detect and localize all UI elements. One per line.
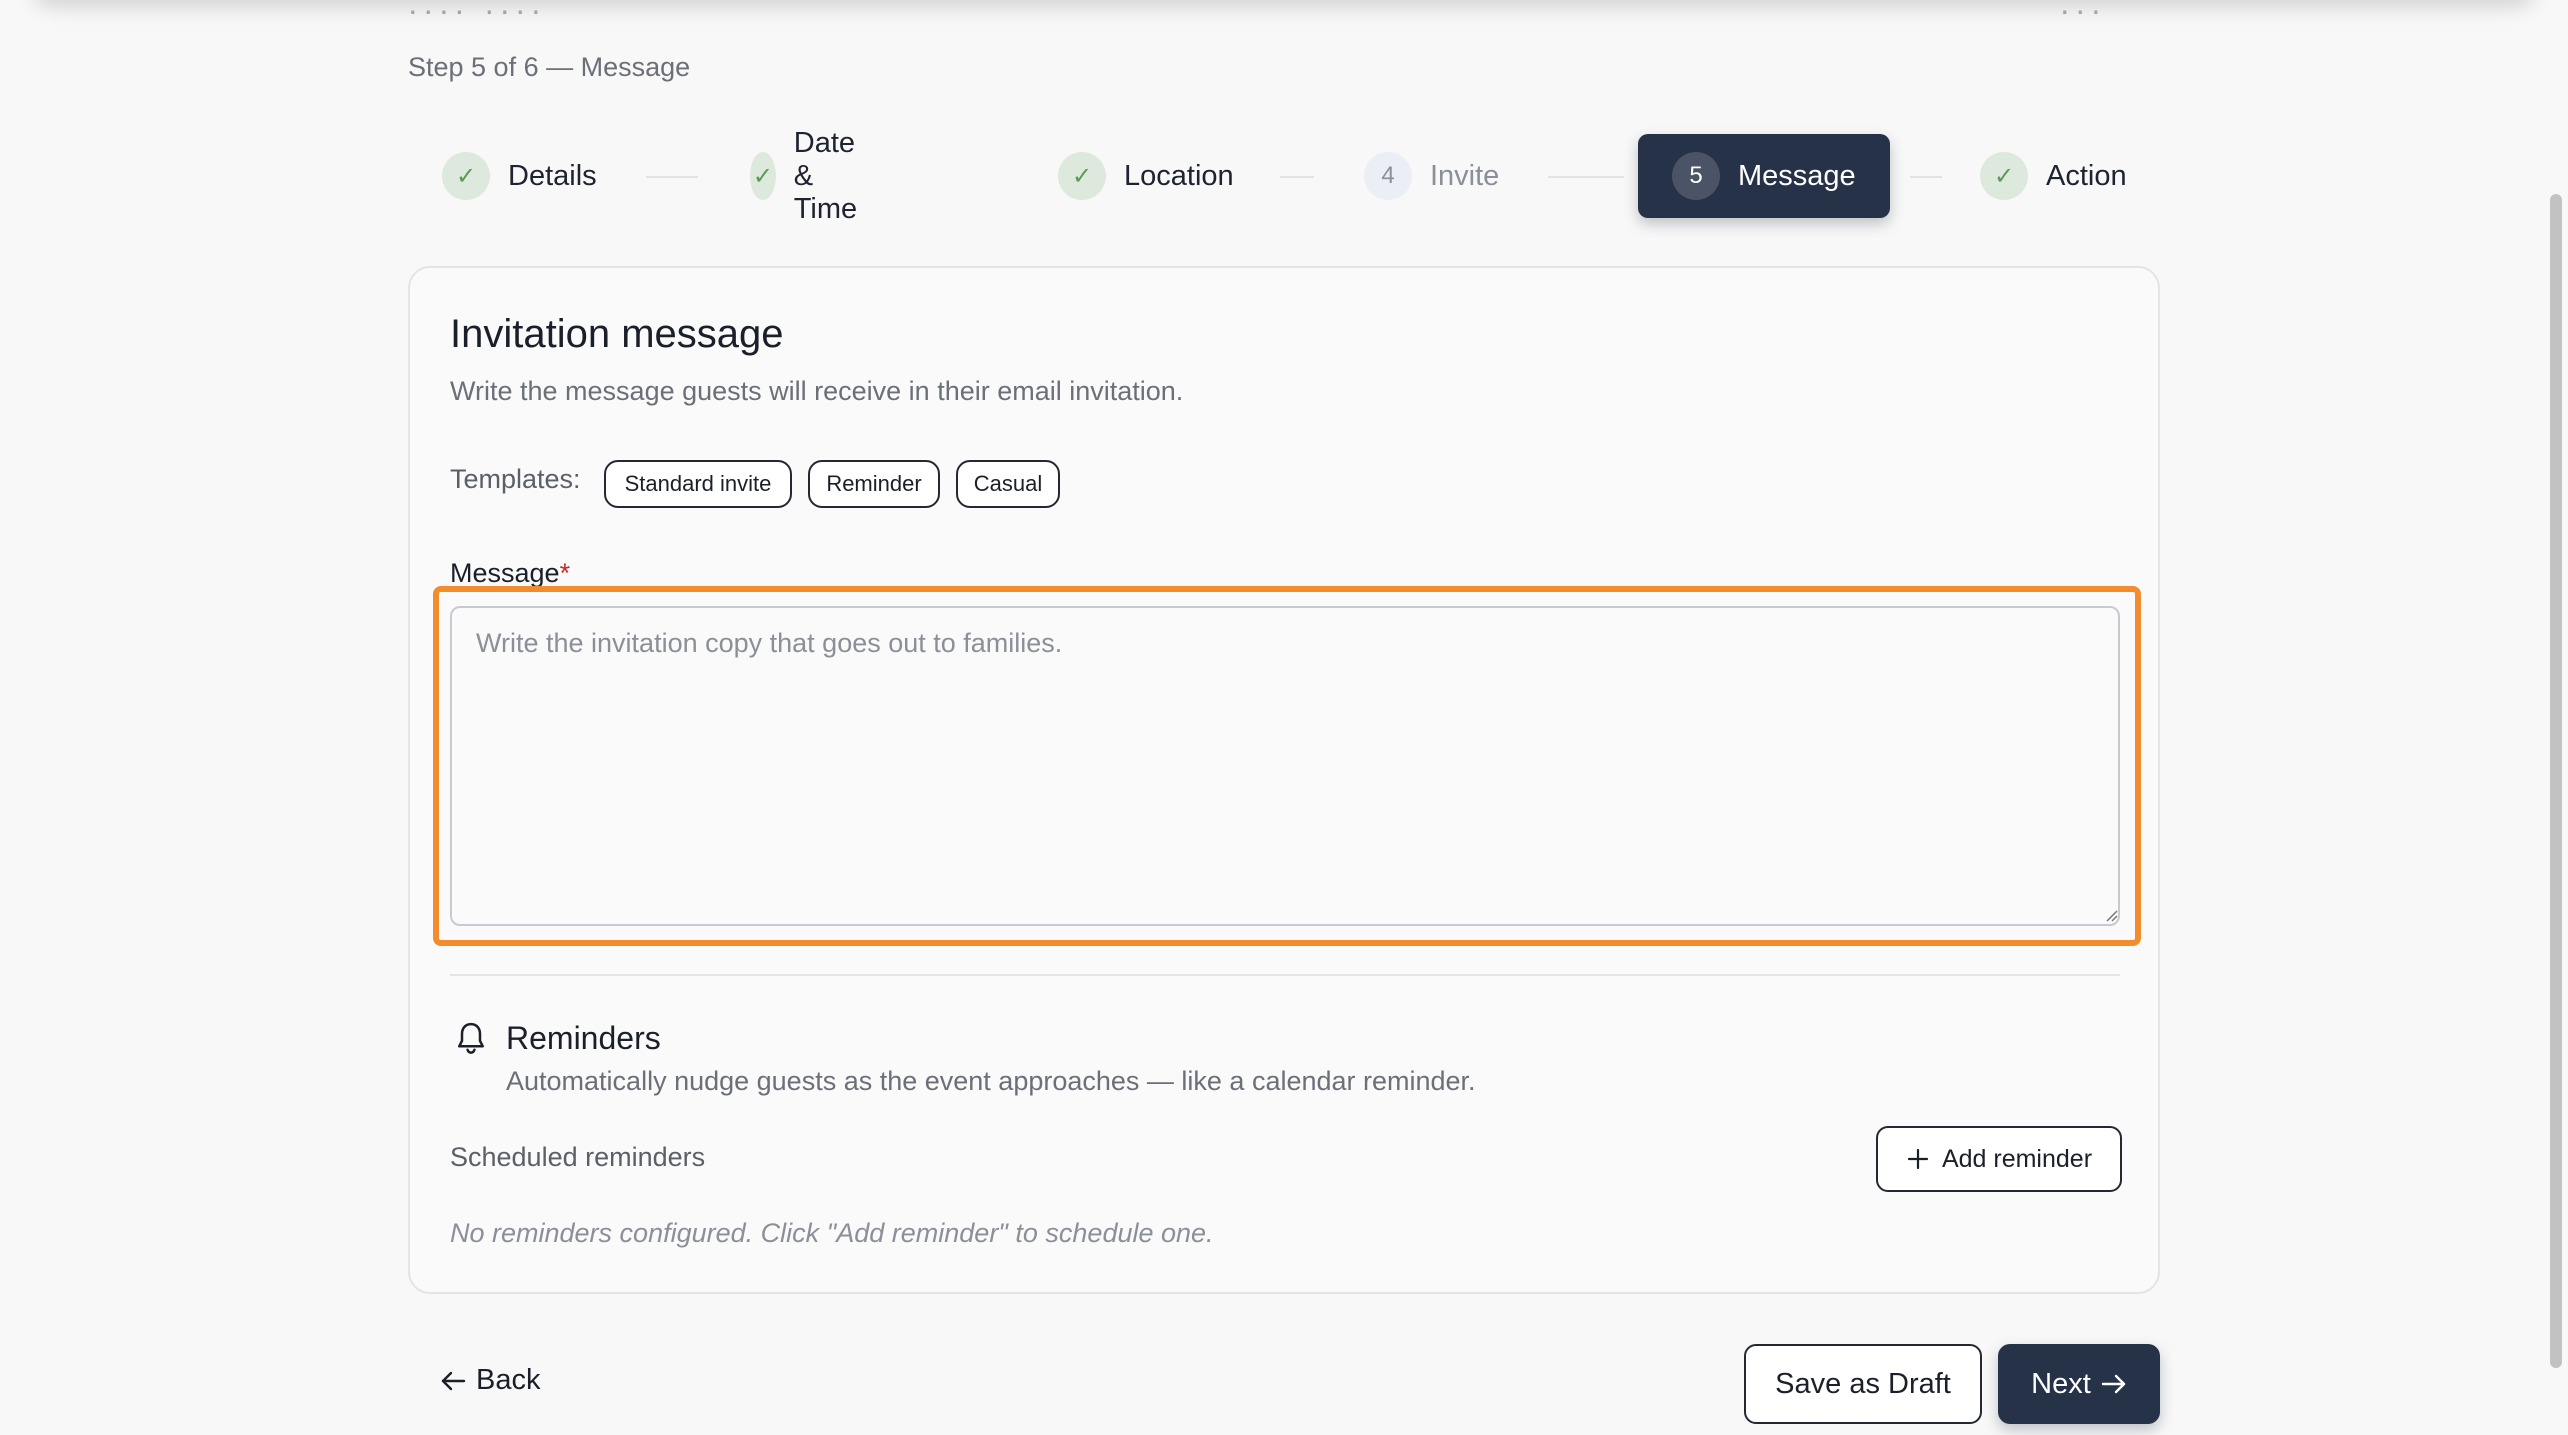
invitation-message-card: Invitation message Write the message gue… (408, 266, 2160, 1294)
message-label: Message* (450, 558, 570, 586)
check-icon: ✓ (1980, 152, 2028, 200)
next-button[interactable]: Next (1998, 1344, 2160, 1424)
check-icon: ✓ (750, 152, 776, 200)
reminders-subtitle: Automatically nudge guests as the event … (506, 1066, 1476, 1096)
step-invite[interactable]: 4 Invite (1364, 134, 1499, 218)
templates-label: Templates: (450, 464, 581, 494)
bell-icon (457, 1022, 485, 1054)
plus-icon (1907, 1148, 1929, 1170)
step-date-time[interactable]: ✓ Date & Time (750, 127, 879, 225)
required-marker: * (559, 558, 571, 586)
arrow-right-icon (2101, 1374, 2126, 1394)
card-subtitle: Write the message guests will receive in… (450, 376, 1184, 406)
next-label: Next (2031, 1367, 2091, 1400)
arrow-left-icon (441, 1371, 466, 1390)
section-divider (450, 974, 2120, 976)
message-label-text: Message (450, 558, 560, 586)
template-casual-button[interactable]: Casual (956, 460, 1060, 508)
scrollbar-thumb[interactable] (2550, 194, 2562, 1368)
step-label: Invite (1430, 159, 1500, 192)
add-reminder-button[interactable]: Add reminder (1876, 1126, 2122, 1192)
step-connector (1910, 176, 1942, 178)
step-label: Location (1124, 159, 1234, 192)
step-details[interactable]: ✓ Details (442, 134, 597, 218)
scheduled-reminders-label: Scheduled reminders (450, 1142, 706, 1172)
back-label: Back (476, 1364, 541, 1396)
step-action[interactable]: ✓ Action (1980, 134, 2127, 218)
cut-off-heading: ⋅⋅⋅⋅ ⋅⋅⋅⋅ (408, 8, 547, 30)
step-number: 4 (1364, 152, 1412, 200)
step-label: Date & Time (793, 126, 858, 225)
template-reminder-button[interactable]: Reminder (808, 460, 940, 508)
step-indicator: Step 5 of 6 — Message (408, 52, 691, 82)
step-label: Action (2046, 159, 2127, 192)
step-connector (646, 176, 698, 178)
step-label: Details (508, 159, 597, 192)
cut-off-header-right: ⋅⋅⋅ (2060, 8, 2107, 30)
template-standard-invite-button[interactable]: Standard invite (604, 460, 792, 508)
step-message[interactable]: 5 Message (1638, 134, 1890, 218)
step-connector (1548, 176, 1624, 178)
save-as-draft-button[interactable]: Save as Draft (1744, 1344, 1982, 1424)
step-number: 5 (1672, 152, 1720, 200)
reminders-title: Reminders (506, 1020, 661, 1056)
step-label: Message (1738, 159, 1856, 192)
check-icon: ✓ (1058, 152, 1106, 200)
back-button[interactable]: Back (440, 1364, 540, 1397)
card-title: Invitation message (450, 312, 784, 356)
step-location[interactable]: ✓ Location (1058, 134, 1234, 218)
add-reminder-label: Add reminder (1941, 1144, 2093, 1173)
no-reminders-text: No reminders configured. Click "Add remi… (450, 1218, 1214, 1248)
focus-highlight-box (433, 586, 2141, 946)
check-icon: ✓ (442, 152, 490, 200)
step-connector (1280, 176, 1314, 178)
